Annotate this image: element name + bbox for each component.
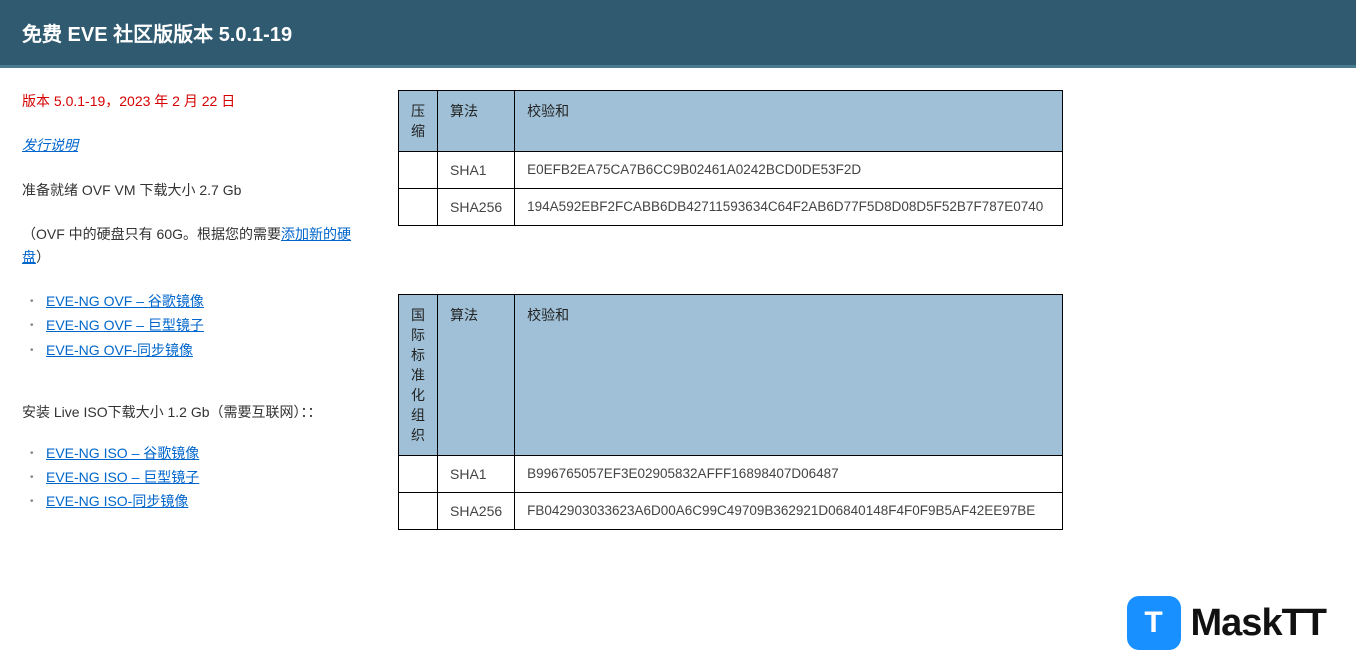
cell-checksum: B996765057EF3E02905832AFFF16898407D06487 xyxy=(515,456,1063,493)
cell-checksum: 194A592EBF2FCABB6DB42711593634C64F2AB6D7… xyxy=(515,189,1063,226)
table-header-algo: 算法 xyxy=(438,295,515,456)
left-column: 版本 5.0.1-19，2023 年 2 月 22 日 发行说明 准备就绪 OV… xyxy=(22,90,358,598)
iso-checksum-table: 国际标准化组织 算法 校验和 SHA1 B996765057EF3E029058… xyxy=(398,294,1063,530)
iso-download-list: EVE-NG ISO – 谷歌镜像 EVE-NG ISO – 巨型镜子 EVE-… xyxy=(22,442,358,513)
cell-algo: SHA256 xyxy=(438,493,515,530)
iso-mega-link[interactable]: EVE-NG ISO – 巨型镜子 xyxy=(46,469,199,485)
table-row: SHA1 B996765057EF3E02905832AFFF16898407D… xyxy=(399,456,1063,493)
list-item: EVE-NG OVF – 巨型镜子 xyxy=(46,314,358,336)
content: 版本 5.0.1-19，2023 年 2 月 22 日 发行说明 准备就绪 OV… xyxy=(0,68,1356,598)
disk-note-after: ） xyxy=(36,249,50,265)
table-header-compress: 压缩 xyxy=(399,91,438,152)
cell-compress xyxy=(399,152,438,189)
cell-iso xyxy=(399,456,438,493)
ovf-checksum-table: 压缩 算法 校验和 SHA1 E0EFB2EA75CA7B6CC9B02461A… xyxy=(398,90,1063,226)
release-notes-link[interactable]: 发行说明 xyxy=(22,134,78,156)
table-header-iso: 国际标准化组织 xyxy=(399,295,438,456)
right-column: 压缩 算法 校验和 SHA1 E0EFB2EA75CA7B6CC9B02461A… xyxy=(398,90,1356,598)
list-item: EVE-NG OVF – 谷歌镜像 xyxy=(46,290,358,312)
watermark-text: MaskTT xyxy=(1191,602,1326,645)
iso-sync-link[interactable]: EVE-NG ISO-同步镜像 xyxy=(46,493,188,509)
list-item: EVE-NG ISO-同步镜像 xyxy=(46,490,358,512)
table-header-checksum: 校验和 xyxy=(515,295,1063,456)
table-row: SHA1 E0EFB2EA75CA7B6CC9B02461A0242BCD0DE… xyxy=(399,152,1063,189)
ovf-google-link[interactable]: EVE-NG OVF – 谷歌镜像 xyxy=(46,293,204,309)
cell-checksum: E0EFB2EA75CA7B6CC9B02461A0242BCD0DE53F2D xyxy=(515,152,1063,189)
iso-google-link[interactable]: EVE-NG ISO – 谷歌镜像 xyxy=(46,445,199,461)
ovf-mega-link[interactable]: EVE-NG OVF – 巨型镜子 xyxy=(46,317,204,333)
list-item: EVE-NG ISO – 巨型镜子 xyxy=(46,466,358,488)
cell-algo: SHA1 xyxy=(438,152,515,189)
list-item: EVE-NG OVF-同步镜像 xyxy=(46,339,358,361)
table-header-algo: 算法 xyxy=(438,91,515,152)
ovf-download-list: EVE-NG OVF – 谷歌镜像 EVE-NG OVF – 巨型镜子 EVE-… xyxy=(22,290,358,361)
ovf-sync-link[interactable]: EVE-NG OVF-同步镜像 xyxy=(46,342,193,358)
disk-note: （OVF 中的硬盘只有 60G。根据您的需要添加新的硬盘） xyxy=(22,223,358,268)
cell-algo: SHA256 xyxy=(438,189,515,226)
ovf-ready-line: 准备就绪 OVF VM 下载大小 2.7 Gb xyxy=(22,179,358,201)
table-row: SHA256 FB042903033623A6D00A6C99C49709B36… xyxy=(399,493,1063,530)
page-title: 免费 EVE 社区版版本 5.0.1-19 xyxy=(22,24,292,46)
page-header: 免费 EVE 社区版版本 5.0.1-19 xyxy=(0,0,1356,68)
watermark-icon: T xyxy=(1127,596,1181,650)
cell-checksum: FB042903033623A6D00A6C99C49709B362921D06… xyxy=(515,493,1063,530)
cell-iso xyxy=(399,493,438,530)
table-header-checksum: 校验和 xyxy=(515,91,1063,152)
watermark: T MaskTT xyxy=(1127,596,1326,650)
iso-line: 安装 Live ISO下载大小 1.2 Gb（需要互联网）：： xyxy=(22,401,358,423)
table-row: SHA256 194A592EBF2FCABB6DB42711593634C64… xyxy=(399,189,1063,226)
list-item: EVE-NG ISO – 谷歌镜像 xyxy=(46,442,358,464)
cell-compress xyxy=(399,189,438,226)
disk-note-before: （OVF 中的硬盘只有 60G。根据您的需要 xyxy=(22,226,281,242)
version-line: 版本 5.0.1-19，2023 年 2 月 22 日 xyxy=(22,90,358,112)
cell-algo: SHA1 xyxy=(438,456,515,493)
